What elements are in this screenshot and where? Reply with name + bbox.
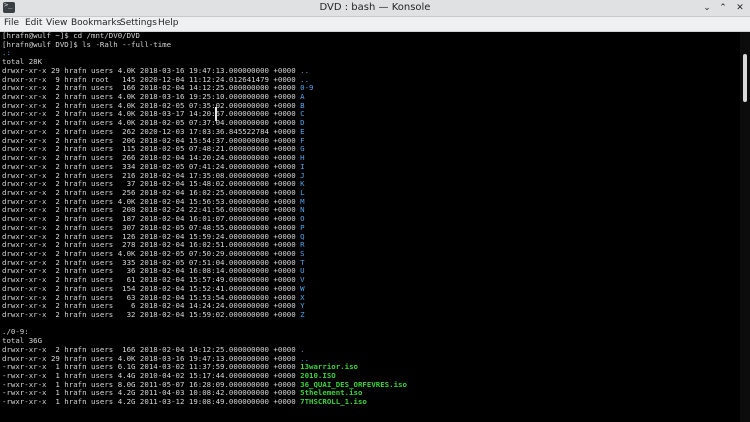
line-text: drwxr-xr-x 2 hrafn users 166 2018-02-04 … [2,83,301,93]
line-text: drwxr-xr-x 2 hrafn users 4.0K 2018-03-16… [2,92,301,102]
directory-name: M [300,196,305,206]
directory-name: O [300,214,305,224]
file-name: 5thelement.iso [300,388,363,398]
menu-view[interactable]: View [46,18,67,28]
directory-name: Y [300,301,305,311]
line-text: drwxr-xr-x 2 hrafn users 4.0K 2018-02-05… [2,100,301,110]
menu-settings[interactable]: Settings [120,18,157,28]
window-title: DVD : bash — Konsole [319,2,431,13]
directory-name: T [300,257,305,267]
line-text: drwxr-xr-x 2 hrafn users 32 2018-02-04 1… [2,310,301,319]
line-text: drwxr-xr-x 2 hrafn users 334 2018-02-05 … [2,161,301,171]
line-text: drwxr-xr-x 2 hrafn users 37 2018-02-04 1… [2,179,301,189]
directory-name: N [300,205,305,215]
minimize-icon[interactable]: ⌄ [700,1,714,15]
terminal-line: -rwxr-xr-x 1 hrafn users 4.2G 2011-03-12… [2,397,742,407]
line-text: drwxr-xr-x 2 hrafn users 187 2018-02-04 … [2,214,301,224]
file-name: 2010.ISO [300,371,336,381]
close-icon[interactable]: ✕ [733,1,747,15]
directory-name: . [300,344,305,354]
directory-name: R [300,240,305,250]
line-text: total 28K [2,57,43,67]
directory-name: X [300,292,305,302]
terminal-output[interactable]: [hrafn@wulf ~]$ cd /mnt/DV0/DVD [hrafn@wu… [0,32,742,422]
line-text: [hrafn@wulf DVD]$ ls -Ralh --full-time [2,39,172,49]
directory-name: W [300,283,305,293]
line-text: drwxr-xr-x 2 hrafn users 4.0K 2018-02-05… [2,248,301,258]
directory-name: V [300,275,305,285]
directory-name: L [300,187,305,197]
line-text: drwxr-xr-x 2 hrafn users 166 2018-02-04 … [2,344,301,354]
directory-name: P [300,222,305,232]
directory-name: .. [300,74,310,84]
directory-name: Q [300,231,305,241]
line-text: ./0-9: [2,327,29,337]
directory-name: U [300,266,305,276]
line-text: drwxr-xr-x 2 hrafn users 4.0K 2018-03-17… [2,109,301,119]
menu-bookmarks[interactable]: Bookmarks [71,18,121,28]
directory-name: .. [300,353,310,363]
line-text: drwxr-xr-x 2 hrafn users 6 2018-02-04 14… [2,301,301,311]
line-text: drwxr-xr-x 2 hrafn users 206 2018-02-04 … [2,135,301,145]
line-text: drwxr-xr-x 29 hrafn users 4.0K 2018-03-1… [2,353,301,363]
text-cursor-icon [215,107,217,121]
directory-name: Z [300,310,305,319]
vertical-scrollbar[interactable] [740,32,750,422]
line-text: drwxr-xr-x 2 hrafn users 115 2018-02-05 … [2,144,301,154]
line-text: drwxr-xr-x 2 hrafn users 335 2018-02-05 … [2,257,301,267]
directory-name: J [300,170,305,180]
line-text: drwxr-xr-x 2 hrafn users 278 2018-02-04 … [2,240,301,250]
line-text: drwxr-xr-x 2 hrafn users 61 2018-02-04 1… [2,275,301,285]
terminal-line: [hrafn@wulf DVD]$ ls -Ralh --full-time [2,39,742,50]
line-text: drwxr-xr-x 2 hrafn users 63 2018-02-04 1… [2,292,301,302]
line-text: -rwxr-xr-x 1 hrafn users 4.2G 2011-03-12… [2,397,301,407]
line-text: drwxr-xr-x 2 hrafn users 256 2018-02-04 … [2,187,301,197]
file-name: 7THSCROLL_1.iso [300,397,367,407]
directory-name: .: [2,48,11,58]
menu-bar: File Edit View Bookmarks Settings Help [0,17,750,32]
line-text: drwxr-xr-x 2 hrafn users 216 2018-02-04 … [2,170,301,180]
directory-name: F [300,135,305,145]
line-text: drwxr-xr-x 2 hrafn users 4.0K 2018-02-04… [2,196,301,206]
line-text: drwxr-xr-x 2 hrafn users 126 2018-02-04 … [2,231,301,241]
directory-name: H [300,153,305,163]
line-text: drwxr-xr-x 2 hrafn users 154 2018-02-04 … [2,283,301,293]
line-text: -rwxr-xr-x 1 hrafn users 4.2G 2011-04-03… [2,388,301,398]
menu-edit[interactable]: Edit [25,18,42,28]
terminal-line: .: [2,49,742,58]
line-text: drwxr-xr-x 2 hrafn users 266 2018-02-04 … [2,153,301,163]
menu-help[interactable]: Help [158,18,179,28]
terminal-line: drwxr-xr-x 2 hrafn users 32 2018-02-04 1… [2,310,742,320]
title-bar: DVD : bash — Konsole ⌄ ⌃ ✕ [0,0,750,17]
directory-name: B [300,100,305,110]
line-text: drwxr-xr-x 2 hrafn users 36 2018-02-04 1… [2,266,301,276]
directory-name: C [300,109,305,119]
directory-name: S [300,248,305,258]
line-text: drwxr-xr-x 2 hrafn users 307 2018-02-05 … [2,222,301,232]
line-text: total 36G [2,336,43,346]
line-text: drwxr-xr-x 2 hrafn users 208 2018-02-24 … [2,205,301,215]
scrollbar-thumb[interactable] [743,54,747,102]
file-name: 13warrior.iso [300,362,358,372]
directory-name: D [300,118,305,128]
directory-name: .. [300,65,310,75]
line-text: -rwxr-xr-x 1 hrafn users 6.1G 2014-03-02… [2,362,301,372]
menu-file[interactable]: File [4,18,19,28]
file-name: 36_QUAI_DES_ORFEVRES.iso [300,379,407,389]
maximize-icon[interactable]: ⌃ [716,1,730,15]
line-text: drwxr-xr-x 29 hrafn users 4.0K 2018-03-1… [2,65,301,75]
directory-name: G [300,144,305,154]
line-text: -rwxr-xr-x 1 hrafn users 4.4G 2010-04-02… [2,371,301,381]
line-text: drwxr-xr-x 9 hrafn root 145 2020-12-04 1… [2,74,301,84]
directory-name: 0-9 [300,83,314,93]
terminal-line: ./0-9: [2,328,742,337]
directory-name: K [300,179,305,189]
line-text: -rwxr-xr-x 1 hrafn users 8.0G 2011-05-07… [2,379,301,389]
line-text: drwxr-xr-x 2 hrafn users 262 2020-12-03 … [2,126,301,136]
directory-name: A [300,92,305,102]
line-text: drwxr-xr-x 2 hrafn users 4.0K 2018-02-05… [2,118,301,128]
directory-name: E [300,126,305,136]
directory-name: I [300,161,305,171]
